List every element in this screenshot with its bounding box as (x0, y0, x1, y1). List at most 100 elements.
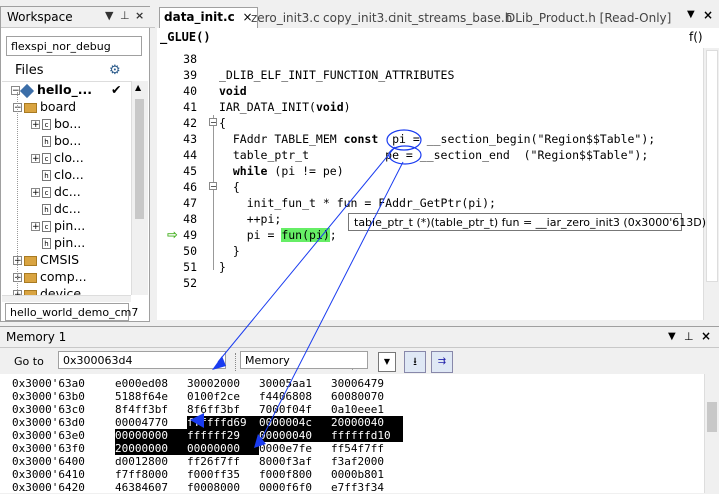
tree-item[interactable]: h pin... (31, 234, 85, 251)
function-icon[interactable]: f() (689, 30, 703, 44)
memory-word[interactable]: 7000f04f (259, 403, 331, 416)
memory-word[interactable]: 00000000 (187, 442, 259, 455)
memory-word[interactable]: 8f6ff3bf (187, 403, 259, 416)
memory-word[interactable]: e7ff3f34 (331, 481, 403, 494)
memory-word[interactable]: 30006479 (331, 377, 403, 390)
memory-word[interactable]: 0000004c (259, 416, 331, 429)
format-dropdown-button[interactable]: ▼ (378, 352, 396, 372)
refresh-memory-icon[interactable]: ⇉ (431, 351, 453, 373)
memory-word[interactable]: ffffffd69 (187, 416, 259, 429)
tree-item[interactable]: + CMSIS (13, 251, 79, 268)
header-file-icon: h (42, 170, 51, 181)
code-text: } (219, 244, 240, 258)
tree-item[interactable]: h dc... (31, 200, 81, 217)
tree-item[interactable]: − board (13, 98, 76, 115)
memory-word[interactable]: 8000f3af (259, 455, 331, 468)
tree-item[interactable]: + c pin... (31, 217, 85, 234)
workspace-horizontal-scrollbar[interactable] (2, 295, 131, 302)
memory-word[interactable]: ff54f7ff (331, 442, 403, 455)
line-number: 40 (183, 84, 197, 98)
memory-word[interactable]: 0100f2ce (187, 390, 259, 403)
memory-word[interactable]: 0a10eee1 (331, 403, 403, 416)
scroll-thumb[interactable] (135, 99, 144, 219)
tree-item[interactable]: + c bo... (31, 115, 81, 132)
tab-init-streams-base[interactable]: init_streams_base.h (389, 9, 516, 28)
dropdown-icon[interactable]: ▼ (105, 9, 113, 22)
memory-word[interactable]: 20000040 (331, 416, 403, 429)
execution-arrow-icon: ⇨ (167, 228, 178, 243)
scroll-track (706, 50, 718, 282)
tree-project[interactable]: − hello_... ✔ (11, 81, 121, 98)
close-icon[interactable]: × (701, 329, 711, 343)
editor-vertical-scrollbar[interactable] (703, 48, 719, 320)
memory-word[interactable]: 0000e7fe (259, 442, 331, 455)
memory-word[interactable]: 0000f6f0 (259, 481, 331, 494)
scroll-up-icon[interactable]: ▲ (135, 83, 141, 92)
memory-zone-select[interactable]: Memory (240, 351, 368, 369)
goto-address-input[interactable]: 0x300063d4 (58, 351, 226, 369)
dropdown-icon[interactable]: ▼ (668, 331, 676, 342)
memory-word[interactable]: 00000000 (115, 429, 187, 442)
step-icon[interactable]: ⭳ (404, 351, 426, 373)
memory-address: 0x3000'6400 (12, 455, 85, 468)
scroll-thumb[interactable] (707, 402, 717, 432)
tab-zero-init3[interactable]: zero_init3.c (247, 9, 324, 28)
memory-word[interactable]: 60080070 (331, 390, 403, 403)
close-icon[interactable]: × (703, 8, 713, 22)
tree-item[interactable]: h clo... (31, 166, 84, 183)
memory-word[interactable]: 30002000 (187, 377, 259, 390)
tree-item[interactable]: h bo... (31, 132, 81, 149)
tree-item[interactable]: + c clo... (31, 149, 84, 166)
function-navigator[interactable]: _GLUE() f() (157, 28, 719, 49)
expand-icon[interactable]: + (31, 188, 40, 198)
tree-guide-line (17, 92, 19, 292)
memory-word[interactable]: f000ff35 (187, 468, 259, 481)
expand-icon[interactable]: + (31, 120, 40, 130)
configuration-select[interactable]: flexspi_nor_debug (6, 36, 142, 56)
tab-copy-init3[interactable]: copy_init3.c (319, 9, 399, 28)
memory-word[interactable]: 46384607 (115, 481, 187, 494)
tree-item[interactable]: + c dc... (31, 183, 81, 200)
workspace-vertical-scrollbar[interactable]: ▲ (131, 81, 148, 295)
close-icon[interactable]: × (135, 9, 144, 22)
c-file-icon: c (42, 221, 51, 232)
code-editor[interactable]: 38 39 _DLIB_ELF_INIT_FUNCTION_ATTRIBUTES 40… (157, 48, 719, 320)
checkmark-icon: ✔ (111, 82, 122, 97)
fold-icon[interactable]: − (209, 182, 217, 191)
memory-word[interactable]: f0008000 (187, 481, 259, 494)
memory-word[interactable]: f4406808 (259, 390, 331, 403)
memory-word[interactable]: f7ff8000 (115, 468, 187, 481)
expand-icon[interactable]: + (31, 154, 40, 164)
gear-icon[interactable]: ⚙ (109, 61, 121, 81)
memory-address: 0x3000'63a0 (12, 377, 85, 390)
pin-icon[interactable]: ⊥ (120, 9, 130, 22)
tab-list-icon[interactable]: ▼ (687, 9, 695, 20)
memory-address: 0x3000'63f0 (12, 442, 85, 455)
memory-word[interactable]: 30005aa1 (259, 377, 331, 390)
memory-word[interactable]: ffffff29 (187, 429, 259, 442)
tree-item-label: CMSIS (40, 252, 80, 267)
tab-dlib-product[interactable]: DLib_Product.h [Read-Only] (502, 9, 675, 28)
expand-icon[interactable]: + (31, 222, 40, 232)
memory-word[interactable]: 20000000 (115, 442, 187, 455)
line-number: 50 (183, 244, 197, 258)
memory-word[interactable]: ffffffd10 (331, 429, 403, 442)
memory-word[interactable]: f3af2000 (331, 455, 403, 468)
memory-word[interactable]: 5188f64e (115, 390, 187, 403)
files-header: Files ⚙ (2, 61, 148, 82)
tab-data-init[interactable]: data_init.c × (159, 7, 258, 29)
memory-view[interactable]: 0x3000'63a0 e000ed08 30002000 30005aa1 30006… (0, 374, 704, 494)
memory-vertical-scrollbar[interactable] (704, 374, 719, 493)
memory-word[interactable]: 8f4ff3bf (115, 403, 187, 416)
tree-item[interactable]: + comp... (13, 268, 87, 285)
memory-word[interactable]: 0000b801 (331, 468, 403, 481)
memory-word[interactable]: d0012800 (115, 455, 187, 468)
workspace-tab[interactable]: hello_world_demo_cm7 (5, 303, 138, 321)
memory-word[interactable]: 00004770 (115, 416, 187, 429)
memory-word[interactable]: f000f800 (259, 468, 331, 481)
memory-word[interactable]: ff26f7ff (187, 455, 259, 468)
memory-word[interactable]: 00000040 (259, 429, 331, 442)
pin-icon[interactable]: ⊥ (684, 330, 694, 343)
fold-icon[interactable]: − (209, 118, 217, 127)
memory-word[interactable]: e000ed08 (115, 377, 187, 390)
